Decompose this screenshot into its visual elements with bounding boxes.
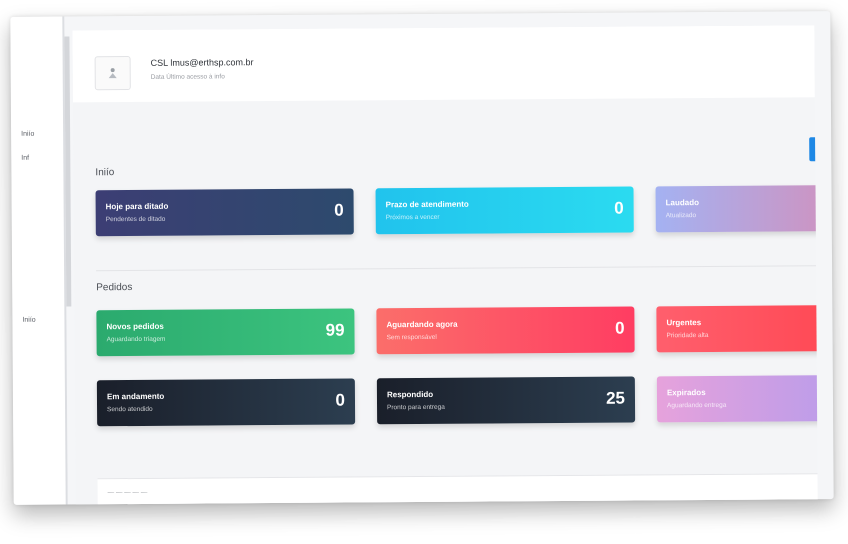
section-title-pedidos: Pedidos bbox=[96, 282, 133, 294]
card-subtitle: Aguardando entrega bbox=[667, 401, 727, 410]
card-subtitle: Sendo atendido bbox=[107, 405, 153, 414]
card-title: Novos pedidos bbox=[106, 321, 164, 332]
card-subtitle: Pendentes de ditado bbox=[105, 215, 166, 224]
card-title: Expirados bbox=[666, 388, 706, 398]
bottom-panel: — — — — — bbox=[97, 473, 818, 505]
card-title: Laudado bbox=[665, 198, 699, 208]
card-em-andamento[interactable]: Em andamento Sendo atendido 0 bbox=[96, 378, 356, 427]
card-subtitle: Sem responsável bbox=[386, 333, 437, 342]
card-title: Em andamento bbox=[106, 391, 165, 402]
app-window: Iniío Inf Iniío CSL lmus@erthsp.com.br D… bbox=[10, 11, 834, 505]
card-subtitle: Aguardando triagem bbox=[106, 335, 166, 344]
card-title: Prazo de atendimento bbox=[385, 199, 469, 210]
card-count: 99 bbox=[325, 320, 345, 340]
card-novos-pedidos[interactable]: Novos pedidos Aguardando triagem 99 bbox=[96, 308, 355, 357]
card-subtitle: Próximos a vencer bbox=[385, 213, 440, 222]
card-count: 0 bbox=[335, 390, 346, 410]
card-title: Urgentes bbox=[666, 318, 702, 328]
card-respondido[interactable]: Respondido Pronto para entrega 25 bbox=[376, 376, 636, 425]
sidebar-item-secondary[interactable]: Iniío bbox=[22, 317, 35, 324]
user-email: CSL lmus@erthsp.com.br bbox=[150, 57, 254, 68]
card-aguardando-agora[interactable]: Aguardando agora Sem responsável 0 bbox=[376, 306, 635, 355]
sidebar: Iniío Inf Iniío bbox=[10, 16, 68, 505]
card-title: Respondido bbox=[386, 389, 434, 400]
card-subtitle: Atualizado bbox=[665, 212, 697, 220]
logo-glyph-icon bbox=[108, 68, 117, 79]
card-subtitle: Prioridade alta bbox=[666, 332, 709, 340]
card-count: 0 bbox=[614, 318, 625, 338]
section-title-inicio: Iniío bbox=[95, 167, 115, 179]
app-logo-icon[interactable] bbox=[94, 56, 131, 91]
card-count: 0 bbox=[614, 198, 624, 218]
side-panel-toggle[interactable] bbox=[809, 137, 816, 162]
bottom-panel-label: — — — — — bbox=[107, 488, 148, 497]
card-title: Hoje para ditado bbox=[105, 201, 169, 212]
main-content: CSL lmus@erthsp.com.br Data Último acess… bbox=[72, 25, 818, 505]
card-laudado[interactable]: Laudado Atualizado bbox=[655, 184, 818, 233]
section-divider bbox=[96, 265, 817, 272]
sidebar-item-info[interactable]: Inf bbox=[21, 155, 29, 162]
card-count: 25 bbox=[605, 388, 626, 408]
sidebar-item-inicio[interactable]: Iniío bbox=[21, 131, 34, 138]
user-last-access: Data Último acesso à info bbox=[150, 73, 225, 81]
card-expirados[interactable]: Expirados Aguardando entrega bbox=[656, 374, 818, 423]
card-prazo-atendimento[interactable]: Prazo de atendimento Próximos a vencer 0 bbox=[375, 186, 634, 235]
card-hoje-para-ditado[interactable]: Hoje para ditado Pendentes de ditado 0 bbox=[95, 188, 354, 237]
top-header: CSL lmus@erthsp.com.br Data Último acess… bbox=[72, 25, 815, 103]
card-count: 0 bbox=[334, 200, 344, 220]
card-title: Aguardando agora bbox=[386, 319, 458, 330]
sidebar-scrollbar[interactable] bbox=[64, 36, 72, 307]
card-subtitle: Pronto para entrega bbox=[387, 403, 445, 412]
card-urgentes[interactable]: Urgentes Prioridade alta bbox=[656, 304, 818, 353]
